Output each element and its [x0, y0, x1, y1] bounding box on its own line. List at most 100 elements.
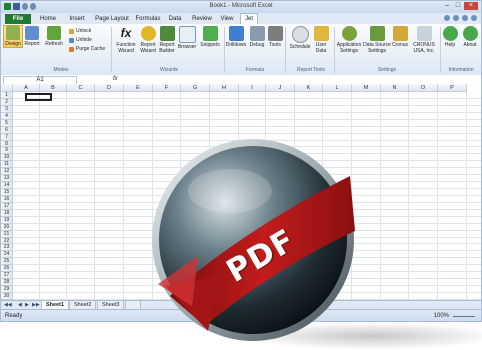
column-header[interactable]: B [40, 84, 67, 92]
row-header[interactable]: 8 [1, 140, 13, 148]
report-builder-button[interactable]: Report Builder [158, 26, 176, 54]
tab-home[interactable]: Home [37, 14, 59, 24]
report-button[interactable]: Report [23, 26, 41, 47]
ribbon-minimize-icon[interactable] [453, 15, 459, 21]
row-header[interactable]: 12 [1, 168, 13, 176]
row-header[interactable]: 5 [1, 119, 13, 127]
row-header[interactable]: 26 [1, 265, 13, 273]
drilldown-button[interactable]: Drilldown [225, 26, 247, 48]
report-wizard-button[interactable]: Report Wizard [138, 26, 158, 54]
snippets-icon [202, 26, 218, 41]
column-header[interactable]: H [210, 84, 239, 92]
schedule-button[interactable]: Schedule [288, 26, 312, 50]
row-header[interactable]: 14 [1, 182, 13, 189]
insert-function-icon[interactable]: fx [113, 76, 118, 83]
restore-icon[interactable] [462, 15, 468, 21]
unhide-button[interactable]: Unhide [69, 37, 92, 44]
row-header[interactable]: 7 [1, 133, 13, 141]
row-header[interactable]: 3 [1, 105, 13, 113]
row-header[interactable]: 21 [1, 230, 13, 238]
tab-data[interactable]: Data [165, 14, 185, 24]
help-button[interactable]: Help [441, 26, 459, 48]
window-controls: – □ × [442, 2, 478, 10]
column-header[interactable]: P [438, 84, 467, 92]
tab-page-layout[interactable]: Page Layout [93, 14, 131, 24]
user-data-button[interactable]: User Data [312, 26, 330, 54]
row-header[interactable]: 13 [1, 175, 13, 183]
tab-review[interactable]: Review [189, 14, 215, 24]
column-header[interactable]: G [181, 84, 210, 92]
column-header[interactable]: O [409, 84, 438, 92]
next-sheet-icon[interactable]: ▶ [25, 302, 29, 308]
snippets-button[interactable]: Snippets [198, 26, 222, 48]
tab-view[interactable]: View [217, 14, 237, 24]
purge-cache-button[interactable]: Purge Cache [69, 46, 105, 53]
zoom-slider[interactable] [453, 316, 475, 317]
maximize-icon[interactable]: □ [453, 2, 463, 10]
column-header[interactable]: N [381, 84, 409, 92]
browser-button[interactable]: Browser [176, 26, 198, 50]
zoom-level[interactable]: 100% [434, 313, 449, 319]
column-header[interactable]: F [153, 84, 181, 92]
prev-sheet-icon[interactable]: ◀ [18, 302, 22, 308]
first-sheet-icon[interactable]: ◀◀ [4, 302, 12, 308]
debug-button[interactable]: Debug [248, 26, 266, 48]
row-header[interactable]: 9 [1, 147, 13, 155]
application-settings-button[interactable]: Application Settings [335, 26, 363, 54]
row-header[interactable]: 18 [1, 209, 13, 217]
row-header[interactable]: 23 [1, 244, 13, 252]
row-header[interactable]: 27 [1, 272, 13, 280]
close-workbook-icon[interactable] [471, 15, 477, 21]
about-button[interactable]: About [460, 26, 480, 48]
row-header[interactable]: 6 [1, 126, 13, 134]
row-header[interactable]: 30 [1, 292, 13, 300]
unlock-button[interactable]: Unlock [69, 28, 91, 35]
data-source-settings-button[interactable]: Data Source Settings [363, 26, 391, 54]
close-icon[interactable]: × [464, 2, 478, 10]
column-header[interactable]: D [95, 84, 124, 92]
column-header[interactable]: E [124, 84, 153, 92]
design-button[interactable]: Design [3, 25, 23, 48]
selected-cell-a1[interactable] [25, 93, 52, 101]
row-header[interactable]: 11 [1, 161, 13, 169]
column-header[interactable]: J [266, 84, 295, 92]
select-all-corner[interactable] [1, 84, 13, 92]
group-label-modes: Modes [53, 67, 69, 73]
cronus-button[interactable]: Cronus [391, 26, 409, 48]
column-header[interactable]: K [295, 84, 323, 92]
row-header[interactable]: 10 [1, 154, 13, 162]
row-header[interactable]: 4 [1, 112, 13, 120]
row-header[interactable]: 15 [1, 189, 13, 196]
function-wizard-button[interactable]: fx Function Wizard [114, 26, 138, 54]
tools-button[interactable]: Tools [267, 26, 283, 48]
column-header[interactable]: L [323, 84, 352, 92]
tab-formulas[interactable]: Formulas [133, 14, 163, 24]
last-sheet-icon[interactable]: ▶▶ [32, 302, 40, 308]
application-settings-icon [341, 26, 357, 41]
group-label-report-tools: Report Tools [297, 67, 325, 73]
column-gridline [437, 92, 438, 300]
cronus-usa-button[interactable]: CRONUS USA, Inc. [410, 26, 438, 54]
minimize-icon[interactable]: – [442, 2, 452, 10]
row-header[interactable]: 17 [1, 202, 13, 210]
row-header[interactable]: 25 [1, 258, 13, 266]
refresh-button[interactable]: Refresh [43, 26, 65, 47]
row-header[interactable]: 2 [1, 98, 13, 106]
column-header[interactable]: I [239, 84, 266, 92]
row-header[interactable]: 29 [1, 286, 13, 293]
help-icon[interactable] [444, 15, 450, 21]
report-wizard-icon [140, 26, 156, 41]
tab-insert[interactable]: Insert [65, 14, 89, 24]
column-header[interactable]: C [67, 84, 95, 92]
row-header[interactable]: 1 [1, 92, 13, 99]
browser-icon [178, 26, 196, 43]
row-header[interactable]: 28 [1, 279, 13, 287]
row-header[interactable]: 20 [1, 223, 13, 231]
row-header[interactable]: 16 [1, 195, 13, 203]
row-header[interactable]: 22 [1, 237, 13, 245]
row-header[interactable]: 24 [1, 251, 13, 259]
tab-file[interactable]: File [5, 14, 31, 24]
column-header[interactable]: M [352, 84, 381, 92]
row-header[interactable]: 19 [1, 216, 13, 224]
column-header[interactable]: A [13, 84, 40, 92]
